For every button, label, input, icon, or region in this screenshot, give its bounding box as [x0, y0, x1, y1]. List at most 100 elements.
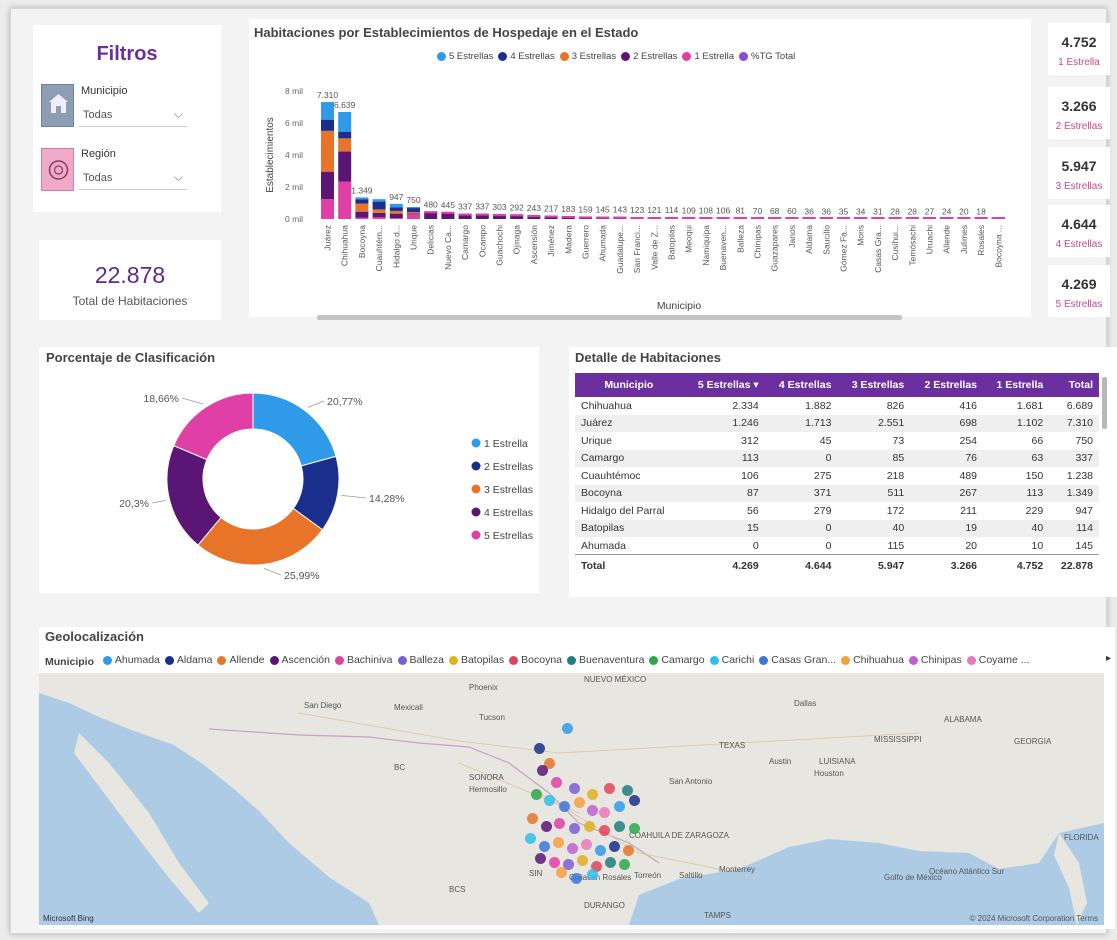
bar-segment [561, 216, 575, 219]
bar-segment [321, 102, 334, 120]
table-row[interactable]: Juárez 1.246 1.713 2.551 698 1.102 7.310 [575, 414, 1099, 432]
map-location-pin[interactable] [554, 818, 565, 829]
map-location-pin[interactable] [539, 841, 550, 852]
column-header[interactable]: 1 Estrella [983, 373, 1050, 397]
map-location-pin[interactable] [535, 853, 546, 864]
table-row[interactable]: Cuauhtémoc 106 275 218 489 150 1.238 [575, 467, 1099, 485]
map-location-pin[interactable] [614, 821, 625, 832]
geo-legend-entry[interactable]: Ascención [269, 654, 330, 666]
map-location-pin[interactable] [595, 845, 606, 856]
column-header[interactable]: 4 Estrellas [764, 373, 838, 397]
map-location-pin[interactable] [581, 839, 592, 850]
map-location-pin[interactable] [629, 823, 640, 834]
legend-label: 4 Estrellas [484, 507, 533, 519]
map-location-pin[interactable] [562, 723, 573, 734]
map-location-pin[interactable] [587, 805, 598, 816]
geo-legend-entry[interactable]: Ahumada [102, 654, 160, 666]
map-place-label: Océano Atlántico Sur [929, 867, 1005, 876]
total-cell: 4.269 [682, 554, 765, 577]
map-location-pin[interactable] [629, 795, 640, 806]
map-location-pin[interactable] [527, 813, 538, 824]
table-row[interactable]: Hidalgo del Parral 56 279 172 211 229 947 [575, 502, 1099, 520]
map-location-pin[interactable] [544, 795, 555, 806]
municipio-dropdown[interactable]: Todas ⌵ [79, 105, 187, 127]
map-location-pin[interactable] [577, 855, 588, 866]
map-location-pin[interactable] [569, 783, 580, 794]
column-header[interactable]: Total [1049, 373, 1099, 397]
map-location-pin[interactable] [587, 869, 598, 880]
map-location-pin[interactable] [556, 867, 567, 878]
data-label: 24 [942, 207, 952, 217]
bar-segment [372, 209, 386, 213]
map-location-pin[interactable] [571, 873, 582, 884]
column-header[interactable]: 5 Estrellas ▾ [682, 373, 765, 397]
table-row[interactable]: Batopilas 15 0 40 19 40 114 [575, 519, 1099, 537]
map-location-pin[interactable] [541, 821, 552, 832]
florida-peninsula [1054, 833, 1087, 925]
map-location-pin[interactable] [537, 765, 548, 776]
table-row[interactable]: Urique 312 45 73 254 66 750 [575, 432, 1099, 450]
kpi-card: 4.644 4 Estrellas [1048, 205, 1110, 257]
map-location-pin[interactable] [604, 783, 615, 794]
map-location-pin[interactable] [614, 801, 625, 812]
table-cell: 1.102 [983, 414, 1050, 432]
legend-label: 2 Estrellas [484, 461, 533, 473]
map-location-pin[interactable] [531, 789, 542, 800]
map-location-pin[interactable] [549, 857, 560, 868]
map-location-pin[interactable] [623, 845, 634, 856]
legend-scroll-right-icon[interactable]: ▸ [1106, 653, 1111, 664]
geo-legend-entry[interactable]: Camargo [649, 654, 705, 666]
table-row[interactable]: Ahumada 0 0 115 20 10 145 [575, 537, 1099, 555]
map-location-pin[interactable] [605, 857, 616, 868]
x-tick-label: Aldama [804, 225, 814, 254]
map-location-pin[interactable] [599, 807, 610, 818]
legend-label: Carichi [721, 654, 755, 666]
geo-legend-entry[interactable]: Casas Gran... [759, 654, 836, 666]
municipio-label: Municipio [81, 85, 128, 97]
geo-legend-entry[interactable]: Buenaventura [567, 654, 644, 666]
map-location-pin[interactable] [622, 785, 633, 796]
map-location-pin[interactable] [525, 833, 536, 844]
table-row[interactable]: Bocoyna 87 371 511 267 113 1.349 [575, 484, 1099, 502]
map-location-pin[interactable] [619, 859, 630, 870]
vertical-scrollbar[interactable] [1102, 377, 1107, 429]
x-tick-label: Saucillo [821, 225, 831, 255]
map-view[interactable]: NUEVO MÉXICO Phoenix San Diego Mexicali Tucs… [39, 673, 1104, 925]
map-place-label: Torreón [634, 871, 662, 880]
map-location-pin[interactable] [569, 823, 580, 834]
map-location-pin[interactable] [599, 825, 610, 836]
table-cell: 66 [1031, 434, 1044, 447]
column-header[interactable]: Municipio [575, 373, 683, 397]
map-location-pin[interactable] [567, 843, 578, 854]
map-location-pin[interactable] [584, 821, 595, 832]
map-location-pin[interactable] [551, 777, 562, 788]
map-location-pin[interactable] [559, 801, 570, 812]
map-location-pin[interactable] [587, 789, 598, 800]
data-label: 303 [492, 202, 506, 212]
column-header[interactable]: 2 Estrellas [910, 373, 984, 397]
bar-segment [407, 214, 420, 219]
geo-legend-entry[interactable]: Allende [217, 654, 265, 666]
table-row[interactable]: Chihuahua 2.334 1.882 826 416 1.681 6.689 [575, 397, 1099, 415]
geo-legend-entry[interactable]: Bachiniva [334, 654, 393, 666]
bar-segment [493, 214, 506, 217]
map-location-pin[interactable] [574, 797, 585, 808]
table-cell: 85 [837, 449, 911, 467]
legend-label: Bachiniva [346, 654, 393, 666]
geo-legend-entry[interactable]: Bocoyna [509, 654, 562, 666]
column-header[interactable]: 3 Estrellas [837, 373, 911, 397]
geo-legend-entry[interactable]: Aldama [164, 654, 212, 666]
map-location-pin[interactable] [553, 837, 564, 848]
geo-legend-entry[interactable]: Batopilas [448, 654, 504, 666]
geo-legend-entry[interactable]: Carichi [709, 654, 755, 666]
geo-legend-entry[interactable]: Chinipas [908, 654, 962, 666]
geo-legend-entry[interactable]: Balleza [397, 654, 444, 666]
map-location-pin[interactable] [609, 841, 620, 852]
map-place-label: Saltillo [679, 871, 703, 880]
table-row[interactable]: Camargo 113 0 85 76 63 337 [575, 449, 1099, 467]
geo-legend-entry[interactable]: Coyame ... [966, 654, 1030, 666]
horizontal-scrollbar[interactable] [317, 315, 902, 320]
geo-legend-entry[interactable]: Chihuahua [841, 654, 904, 666]
region-dropdown[interactable]: Todas ⌵ [79, 168, 187, 190]
map-location-pin[interactable] [534, 743, 545, 754]
